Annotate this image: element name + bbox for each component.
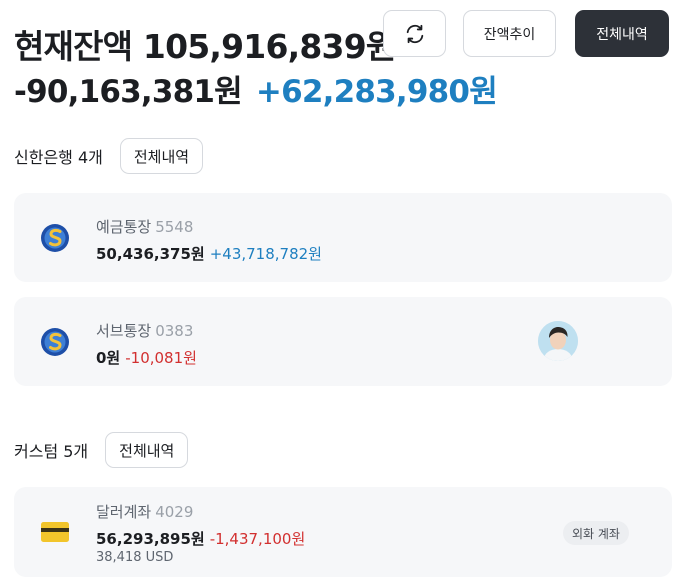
summary-positive: +62,283,980원 — [255, 74, 498, 110]
shinhan-logo-icon — [41, 328, 69, 356]
refresh-button[interactable] — [383, 10, 446, 57]
account-name: 예금통장 5548 — [96, 216, 193, 237]
account-title: 서브통장 — [96, 322, 152, 340]
summary-negative: -90,163,381원 — [14, 74, 243, 110]
group-name: 신한은행 4개 — [14, 148, 103, 167]
account-number: 5548 — [155, 218, 194, 236]
group-all-history-button[interactable]: 전체내역 — [119, 138, 204, 174]
header: 현재잔액 105,916,839원 잔액추이 전체내역 — [14, 10, 669, 66]
balance-line: 50,436,375원 +43,718,782원 — [96, 243, 322, 264]
balance-line: 0원 -10,081원 — [96, 347, 197, 368]
account-number: 4029 — [155, 503, 194, 521]
summary-line: -90,163,381원 +62,283,980원 — [14, 66, 498, 111]
account-number: 0383 — [155, 322, 194, 340]
account-balance: 50,436,375원 — [96, 245, 205, 263]
profile-avatar[interactable] — [538, 321, 578, 361]
group-header-custom: 커스텀 5개 전체내역 — [14, 432, 189, 468]
balance-trend-button[interactable]: 잔액추이 — [463, 10, 556, 57]
avatar-icon — [538, 321, 578, 361]
card-icon — [41, 522, 69, 542]
account-title: 달러계좌 — [96, 503, 152, 521]
account-name: 달러계좌 4029 — [96, 501, 193, 522]
account-name: 서브통장 0383 — [96, 320, 193, 341]
all-history-button[interactable]: 전체내역 — [575, 10, 669, 57]
account-balance: 56,293,895원 — [96, 530, 205, 548]
account-card-deposit[interactable]: 예금통장 5548 50,436,375원 +43,718,782원 — [14, 193, 672, 282]
account-title: 예금통장 — [96, 218, 152, 236]
refresh-icon — [406, 24, 423, 43]
foreign-balance: 38,418 USD — [96, 550, 174, 565]
foreign-account-badge: 외화 계좌 — [563, 521, 629, 545]
balance-line: 56,293,895원 -1,437,100원 — [96, 528, 305, 549]
group-header-shinhan: 신한은행 4개 전체내역 — [14, 138, 204, 174]
balance-change: +43,718,782원 — [209, 245, 322, 263]
group-all-history-button[interactable]: 전체내역 — [105, 432, 189, 468]
account-card-sub[interactable]: 서브통장 0383 0원 -10,081원 — [14, 297, 672, 386]
current-balance-title: 현재잔액 105,916,839원 — [14, 27, 396, 66]
account-card-dollar[interactable]: 달러계좌 4029 56,293,895원 -1,437,100원 38,418 U… — [14, 487, 672, 577]
group-name: 커스텀 5개 — [14, 442, 89, 461]
balance-change: -1,437,100원 — [209, 530, 306, 548]
shinhan-logo-icon — [41, 224, 69, 252]
balance-change: -10,081원 — [125, 349, 197, 367]
account-balance: 0원 — [96, 349, 121, 367]
